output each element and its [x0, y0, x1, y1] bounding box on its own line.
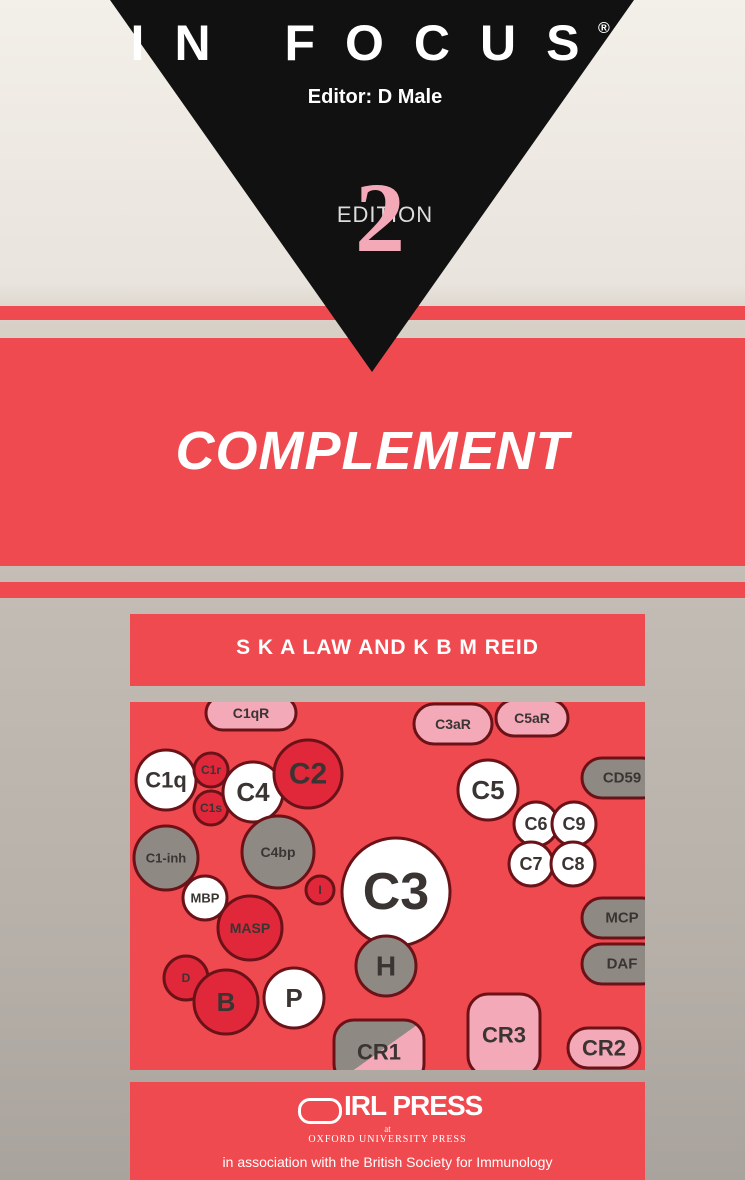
component-c8-label: C8 [561, 854, 584, 874]
component-p: P [262, 966, 326, 1030]
component-c7-label: C7 [519, 854, 542, 874]
series-title: IN FOCUS [130, 15, 610, 71]
component-c1q: C1q [134, 748, 198, 812]
component-cr3-label: CR3 [482, 1023, 526, 1048]
component-cr1-label: CR1 [357, 1040, 401, 1065]
irl-logo-icon [298, 1098, 342, 1124]
component-b: B [192, 968, 260, 1036]
component-c6-label: C6 [524, 814, 547, 834]
publisher-logo: IRL PRESS [344, 1090, 483, 1121]
complement-diagram: C1qR C3aR C5aR C1q C1r C1s C4 C2 C1-inh C4bp MBP MA… [130, 702, 645, 1070]
association-line: in association with the British Society … [222, 1154, 553, 1170]
component-masp: MASP [216, 894, 284, 962]
component-h: H [354, 934, 418, 998]
component-c9-label: C9 [562, 814, 585, 834]
component-i-label: I [318, 883, 321, 897]
component-c3ar: C3aR [412, 702, 494, 746]
edition-number: 2 [355, 162, 405, 273]
publisher-panel: IRL PRESS at OXFORD UNIVERSITY PRESS in … [130, 1082, 645, 1180]
component-c1s-label: C1s [200, 801, 222, 815]
component-c5-label: C5 [471, 775, 504, 805]
component-c5ar: C5aR [494, 702, 570, 738]
author-panel: S K A LAW AND K B M REID [130, 614, 645, 686]
component-b-label: B [217, 987, 236, 1017]
series-editor: Editor: D Male [307, 86, 443, 108]
component-c7: C7 [507, 840, 555, 888]
component-c1r: C1r [192, 751, 230, 789]
component-mbp-label: MBP [191, 891, 220, 906]
component-daf: DAF [580, 942, 645, 986]
component-c8: C8 [549, 840, 597, 888]
complement-diagram-svg: C1qR C3aR C5aR C1q C1r C1s C4 C2 C1-inh C4bp MBP MA… [132, 702, 645, 1070]
book-title: COMPLEMENT [175, 421, 570, 481]
component-c1-inh: C1-inh [132, 824, 200, 892]
component-c3ar-label: C3aR [435, 716, 471, 732]
component-c1qr: C1qR [204, 702, 298, 732]
component-i: I [304, 874, 336, 906]
component-c1-inh-label: C1-inh [146, 851, 187, 866]
component-c4bp: C4bp [240, 814, 316, 890]
component-c4-label: C4 [236, 777, 270, 807]
component-c2: C2 [272, 738, 344, 810]
component-c4bp-label: C4bp [261, 844, 296, 860]
component-d-label: D [182, 971, 191, 985]
component-mcp: MCP [580, 896, 645, 940]
component-c5: C5 [456, 758, 520, 822]
component-cr2-label: CR2 [582, 1036, 626, 1061]
component-c1q-label: C1q [145, 768, 187, 793]
publisher-at: at [384, 1124, 391, 1134]
component-h-label: H [376, 951, 396, 982]
component-cr2: CR2 [566, 1026, 642, 1070]
component-c5ar-label: C5aR [514, 710, 550, 726]
component-cr3: CR3 [466, 992, 542, 1070]
component-cd59-label: CD59 [603, 770, 641, 787]
component-c1qr-label: C1qR [233, 705, 270, 721]
component-c9: C9 [550, 800, 598, 848]
component-cd59: CD59 [580, 756, 645, 800]
component-daf-label: DAF [607, 956, 638, 973]
component-cr1: CR1 [332, 1018, 426, 1070]
authors: S K A LAW AND K B M REID [236, 636, 539, 659]
component-c3: C3 [340, 836, 452, 948]
component-p-label: P [285, 983, 302, 1013]
component-c2-label: C2 [289, 758, 327, 791]
component-mcp-label: MCP [605, 910, 638, 927]
component-masp-label: MASP [230, 920, 270, 936]
bottom-red-stripe [0, 582, 745, 598]
component-c1r-label: C1r [201, 763, 221, 777]
registered-mark: ® [598, 20, 610, 37]
book-cover: IN FOCUS ® Editor: D Male EDITION 2 COMP… [0, 0, 745, 1180]
publisher-imprint: OXFORD UNIVERSITY PRESS [308, 1134, 467, 1145]
component-c3-label: C3 [363, 863, 429, 921]
